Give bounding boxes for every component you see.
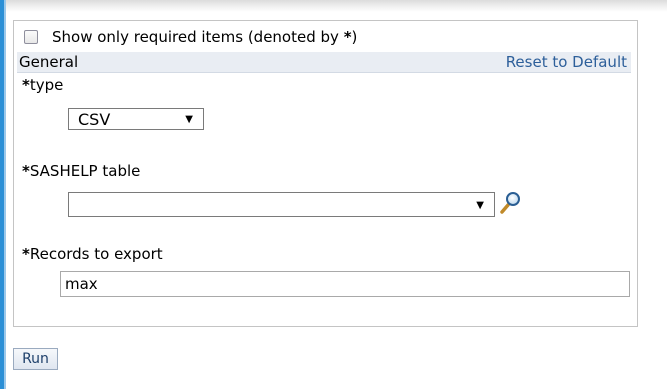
records-to-export-label: *Records to export [22, 245, 163, 263]
type-select-value: CSV [78, 110, 111, 129]
section-title: General [19, 53, 79, 71]
sashelp-table-select[interactable]: ▼ [68, 192, 495, 217]
reset-to-default-link[interactable]: Reset to Default [506, 53, 627, 71]
left-accent-bar-light [4, 0, 6, 389]
show-required-label[interactable]: Show only required items (denoted by *) [52, 28, 357, 46]
records-to-export-input[interactable] [60, 271, 630, 297]
search-icon[interactable] [500, 191, 522, 215]
options-panel: Show only required items (denoted by *) … [13, 20, 638, 327]
required-asterisk: * [343, 28, 352, 46]
type-label: *type [22, 76, 64, 94]
chevron-down-icon: ▼ [476, 200, 484, 211]
section-header-general: General Reset to Default [17, 52, 631, 73]
window-top-edge [0, 0, 667, 12]
show-required-row[interactable]: Show only required items (denoted by *) [24, 28, 357, 46]
run-button[interactable]: Run [13, 348, 58, 370]
chevron-down-icon: ▼ [185, 114, 193, 125]
sashelp-table-label: *SASHELP table [22, 162, 141, 180]
show-required-checkbox[interactable] [24, 30, 38, 44]
type-select[interactable]: CSV ▼ [68, 108, 204, 130]
